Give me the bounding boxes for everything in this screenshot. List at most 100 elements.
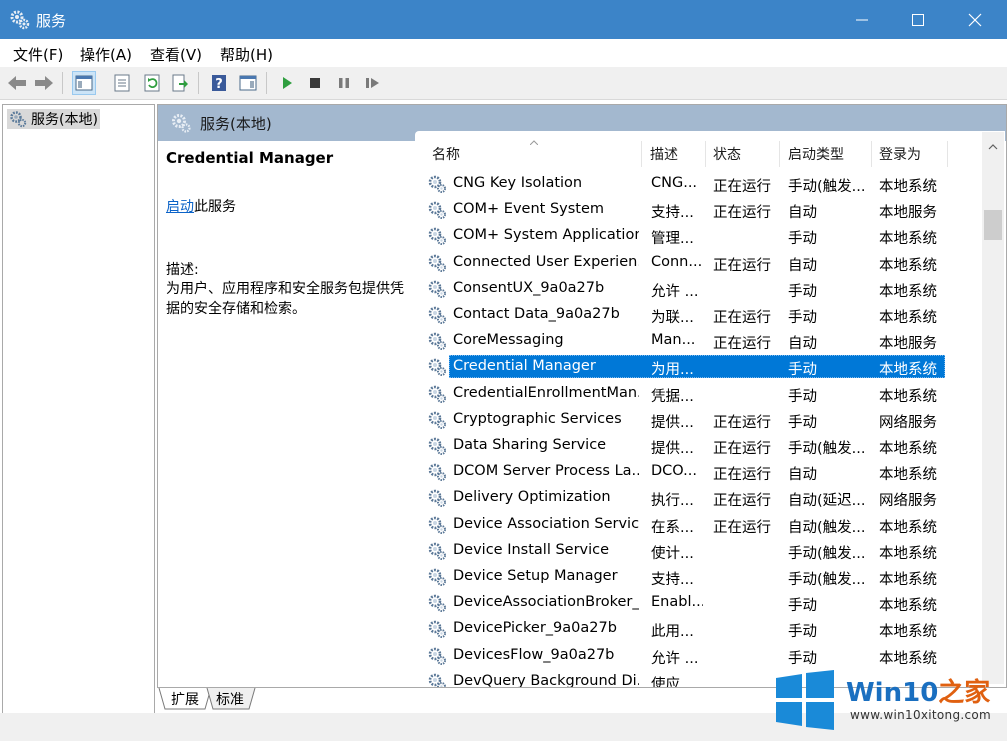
- column-header-status[interactable]: 状态: [713, 144, 741, 164]
- play-icon: [283, 77, 292, 89]
- column-separator[interactable]: [705, 141, 706, 167]
- service-description: 使应...: [651, 676, 694, 688]
- pane-header-label: 服务(本地): [200, 114, 272, 133]
- service-startup-type: 手动: [788, 283, 817, 300]
- pause-service-button[interactable]: [332, 71, 356, 95]
- scrollbar-thumb[interactable]: [984, 210, 1002, 240]
- properties-button[interactable]: [110, 71, 134, 95]
- restart-icon: [366, 78, 379, 88]
- service-logon-as: 本地系统: [879, 598, 937, 615]
- service-name: CredentialEnrollmentMan...: [453, 384, 639, 401]
- toolbar-separator: [266, 72, 267, 94]
- menu-action[interactable]: 操作(A): [80, 44, 132, 65]
- service-startup-type: 手动: [788, 231, 817, 248]
- column-separator[interactable]: [871, 141, 872, 167]
- service-description: DCO...: [651, 463, 697, 480]
- column-header-startup-type[interactable]: 启动类型: [788, 144, 844, 164]
- service-startup-type: 手动: [788, 414, 817, 431]
- service-name: DeviceAssociationBroker_...: [453, 594, 639, 611]
- restart-service-button[interactable]: [361, 71, 385, 95]
- service-name: Contact Data_9a0a27b: [453, 306, 620, 322]
- vertical-scrollbar[interactable]: [982, 132, 1004, 684]
- start-service-button[interactable]: [275, 71, 299, 95]
- service-startup-type: 自动: [788, 257, 817, 274]
- start-service-suffix: 此服务: [194, 199, 236, 215]
- tab-standard[interactable]: 标准: [211, 688, 249, 710]
- start-service-link[interactable]: 启动: [166, 199, 194, 215]
- menu-file[interactable]: 文件(F): [13, 44, 63, 65]
- maximize-button[interactable]: [889, 0, 947, 39]
- tab-extended[interactable]: 扩展: [167, 688, 203, 710]
- service-name: CNG Key Isolation: [453, 175, 583, 191]
- service-row[interactable]: COM+ Event System 支持... 正在运行 自动 本地服务: [415, 197, 948, 223]
- service-gear-icon: [428, 201, 446, 220]
- column-header-description[interactable]: 描述: [650, 144, 678, 164]
- column-separator[interactable]: [641, 141, 642, 167]
- tree-item-services-local[interactable]: 服务(本地): [7, 109, 100, 129]
- svg-text:?: ?: [215, 77, 223, 92]
- service-row[interactable]: Delivery Optimization 执行... 正在运行 自动(延迟... 网络…: [415, 485, 948, 511]
- service-row[interactable]: DeviceAssociationBroker_... Enabl... 手动 本地系…: [415, 590, 948, 616]
- back-button[interactable]: [5, 71, 29, 95]
- service-gear-icon: [428, 306, 446, 324]
- windows-logo-icon: [776, 670, 834, 730]
- service-name: Data Sharing Service: [453, 437, 607, 453]
- menu-help[interactable]: 帮助(H): [220, 44, 273, 65]
- service-row[interactable]: COM+ System Application 管理... 手动 本地系统: [415, 223, 948, 249]
- window-title: 服务: [36, 12, 67, 30]
- service-logon-as: 本地系统: [879, 283, 937, 300]
- export-list-button[interactable]: [168, 71, 192, 95]
- service-name: Connected User Experien...: [453, 253, 639, 270]
- service-name: DCOM Server Process La...: [453, 463, 639, 480]
- service-logon-as: 本地系统: [879, 624, 937, 641]
- menu-bar: 文件(F) 操作(A) 查看(V) 帮助(H): [0, 39, 1007, 67]
- service-row[interactable]: Contact Data_9a0a27b 为联... 正在运行 手动 本地系统: [415, 302, 948, 328]
- service-row[interactable]: CoreMessaging Man... 正在运行 自动 本地服务: [415, 328, 948, 354]
- service-row[interactable]: Cryptographic Services 提供... 正在运行 手动 网络服务: [415, 407, 948, 433]
- column-header-logon-as[interactable]: 登录为: [879, 144, 921, 164]
- close-button[interactable]: [946, 0, 1004, 39]
- help-button[interactable]: ?: [207, 71, 231, 95]
- service-logon-as: 本地系统: [879, 545, 937, 562]
- service-gear-icon: [428, 359, 446, 377]
- service-logon-as: 本地服务: [879, 336, 937, 353]
- menu-view[interactable]: 查看(V): [150, 44, 202, 65]
- service-row[interactable]: Device Setup Manager 支持... 手动(触发... 本地系统: [415, 564, 948, 590]
- scroll-up-button[interactable]: [982, 132, 1004, 162]
- service-startup-type: 手动: [788, 650, 817, 667]
- service-row[interactable]: Credential Manager 为用... 手动 本地系统: [415, 354, 948, 380]
- refresh-button[interactable]: [140, 71, 164, 95]
- service-row[interactable]: DCOM Server Process La... DCO... 正在运行 自动 本地系…: [415, 459, 948, 485]
- service-logon-as: 网络服务: [879, 414, 937, 431]
- service-row[interactable]: DevicesFlow_9a0a27b 允许 ... 手动 本地系统: [415, 643, 948, 669]
- close-icon: [968, 13, 982, 26]
- forward-button[interactable]: [32, 71, 56, 95]
- service-name: Device Association Service: [453, 515, 639, 532]
- service-startup-type: 自动: [788, 336, 817, 353]
- service-description: 允许 ...: [651, 650, 699, 667]
- service-row[interactable]: Device Install Service 使计... 手动(触发... 本地系统: [415, 538, 948, 564]
- stop-service-button[interactable]: [303, 71, 327, 95]
- service-startup-type: 自动: [788, 205, 817, 222]
- service-row[interactable]: CNG Key Isolation CNG... 正在运行 手动(触发... 本地系统: [415, 171, 948, 197]
- service-description: 为用...: [651, 362, 694, 379]
- service-row[interactable]: Data Sharing Service 提供... 正在运行 手动(触发... 本地系…: [415, 433, 948, 459]
- service-row[interactable]: Device Association Service 在系... 正在运行 自动(触发…: [415, 512, 948, 538]
- service-row[interactable]: Connected User Experien... Conn... 正在运行 自动 本…: [415, 250, 948, 276]
- service-startup-type: 自动: [788, 467, 817, 484]
- toolbar: ?: [0, 67, 1007, 100]
- maximize-icon: [912, 13, 924, 26]
- column-separator[interactable]: [947, 141, 948, 167]
- service-row[interactable]: ConsentUX_9a0a27b 允许 ... 手动 本地系统: [415, 276, 948, 302]
- service-status: 正在运行: [713, 205, 771, 222]
- column-separator[interactable]: [779, 141, 780, 167]
- show-hide-console-tree-button[interactable]: [72, 71, 96, 95]
- column-header-name-label: 名称: [432, 147, 460, 163]
- minimize-button[interactable]: [833, 0, 891, 39]
- service-row[interactable]: DevicePicker_9a0a27b 此用... 手动 本地系统: [415, 616, 948, 642]
- show-hide-action-pane-button[interactable]: [236, 71, 260, 95]
- service-gear-icon: [428, 594, 446, 613]
- chevron-up-icon: [988, 144, 998, 150]
- service-startup-type: 手动(触发...: [788, 545, 866, 562]
- service-row[interactable]: CredentialEnrollmentMan... 凭据... 手动 本地系统: [415, 381, 948, 407]
